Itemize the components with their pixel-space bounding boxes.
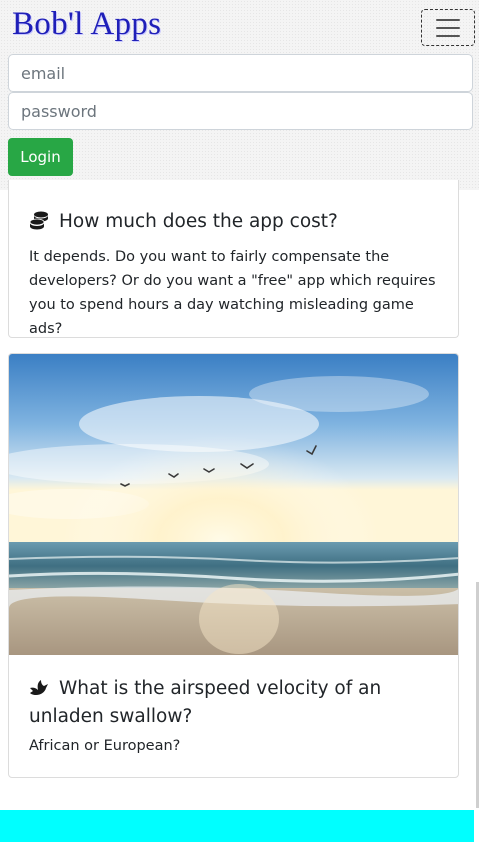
card-title-text: What is the airspeed velocity of an unla… [29, 678, 382, 727]
faq-card-cost: How much does the app cost? It depends. … [8, 180, 459, 338]
card-text: African or European? [29, 738, 181, 754]
password-input[interactable] [8, 92, 473, 130]
card-title: What is the airspeed velocity of an unla… [29, 676, 444, 729]
card-title-text: How much does the app cost? [59, 211, 338, 232]
email-input[interactable] [8, 54, 473, 92]
hamburger-menu-icon [436, 19, 460, 37]
brand-logo[interactable]: Bob'l Apps [12, 6, 161, 43]
footer-bar [0, 810, 474, 842]
navbar: Bob'l Apps Login [0, 0, 479, 190]
faq-card-swallow: What is the airspeed velocity of an unla… [8, 353, 459, 778]
card-title: How much does the app cost? [29, 209, 444, 237]
coins-icon [29, 211, 49, 237]
card-text: It depends. Do you want to fairly compen… [29, 249, 436, 337]
login-button[interactable]: Login [8, 138, 73, 176]
navbar-toggle-button[interactable] [421, 9, 475, 46]
beach-sunset-image [9, 354, 458, 655]
dove-icon [29, 679, 49, 704]
